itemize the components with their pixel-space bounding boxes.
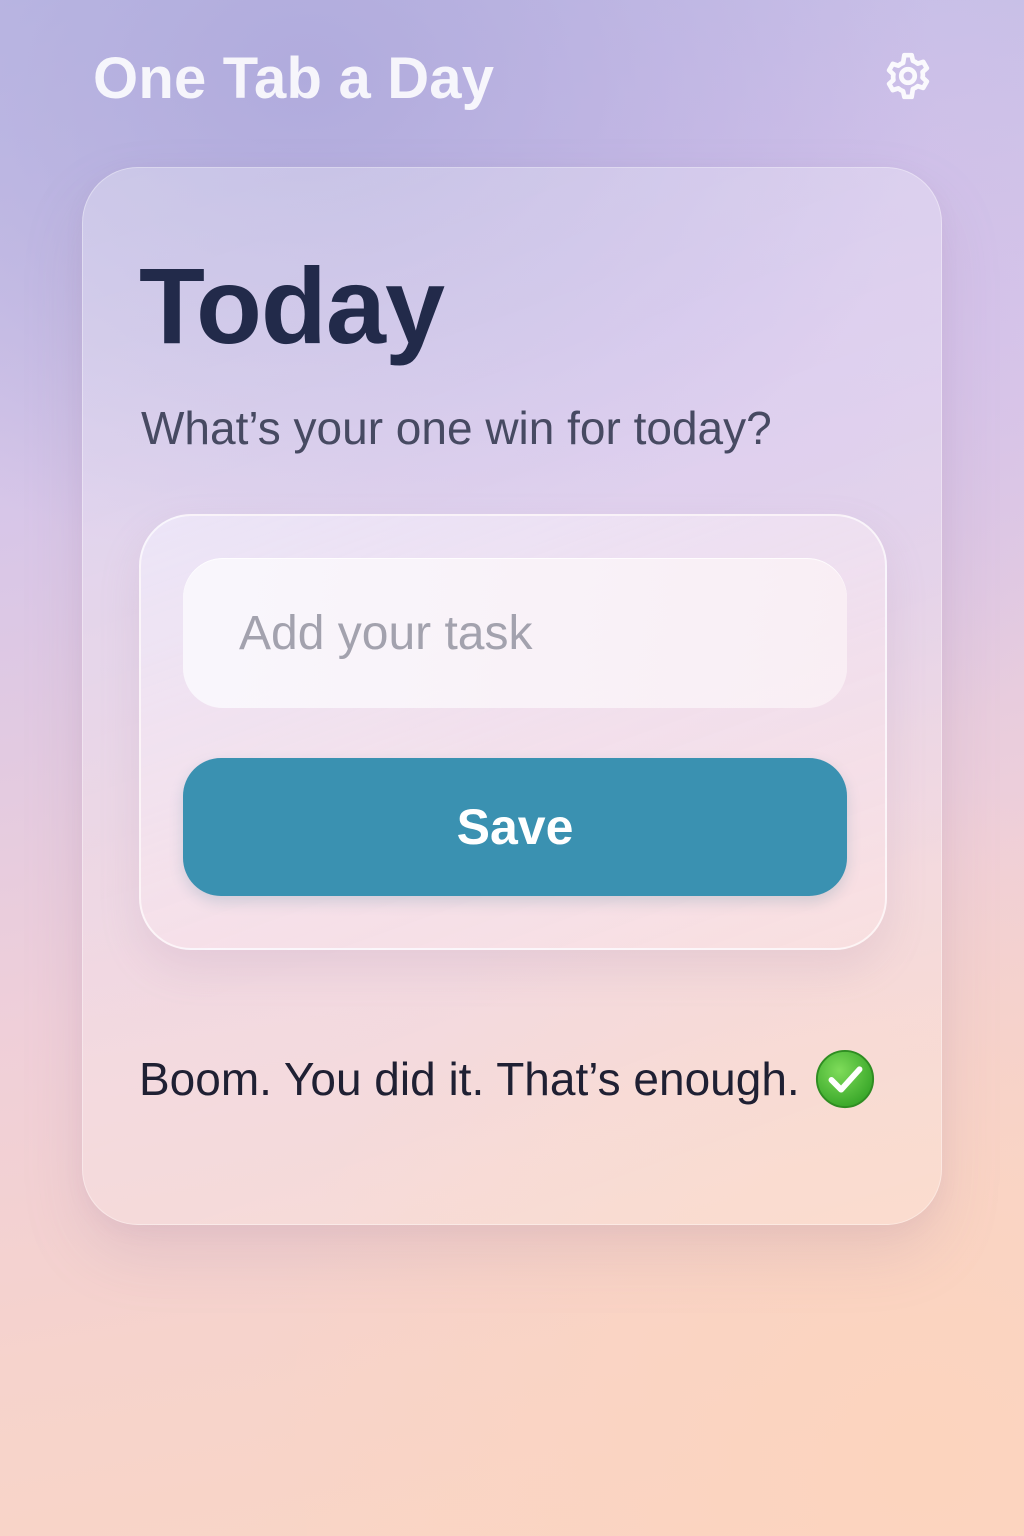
gear-icon	[883, 51, 933, 106]
confirmation-message: Boom. You did it. That’s enough.	[139, 1048, 876, 1110]
app-title: One Tab a Day	[93, 46, 495, 111]
task-input[interactable]	[183, 558, 847, 708]
confirmation-text: Boom. You did it. That’s enough.	[139, 1053, 800, 1105]
today-card: Today What’s your one win for today? Sav…	[82, 167, 942, 1225]
prompt-question: What’s your one win for today?	[141, 402, 772, 454]
page-title: Today	[139, 245, 445, 366]
task-entry-panel: Save	[139, 514, 887, 950]
settings-button[interactable]	[880, 50, 936, 106]
save-button[interactable]: Save	[183, 758, 847, 896]
check-mark-icon	[814, 1048, 876, 1110]
